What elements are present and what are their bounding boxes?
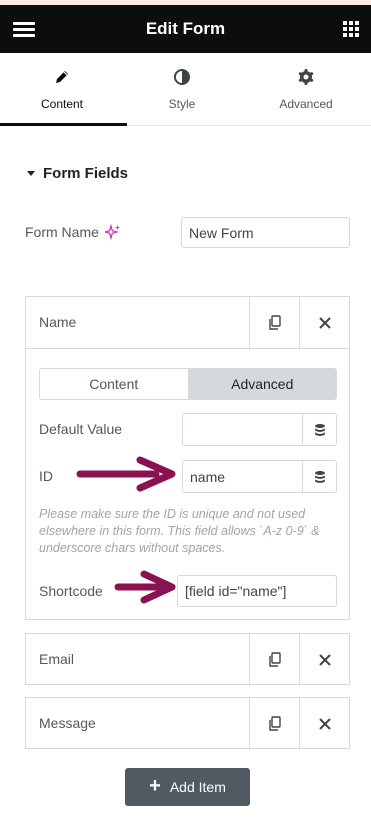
tab-content[interactable]: Content (0, 53, 127, 126)
shortcode-label: Shortcode (39, 583, 103, 599)
tab-label: Advanced (279, 97, 333, 111)
shortcode-input[interactable]: [field id="name"] (177, 575, 337, 607)
apps-grid-icon[interactable] (343, 21, 359, 37)
dynamic-tags-icon[interactable] (302, 461, 336, 492)
form-name-label-text: Form Name (25, 224, 99, 240)
repeater-item-body: Content Advanced Default Value ID name P… (26, 348, 349, 620)
add-item-label: Add Item (169, 779, 226, 795)
repeater-item-message: Message (25, 697, 350, 749)
id-label: ID (39, 468, 53, 484)
plus-icon: + (149, 775, 161, 797)
half-circle-icon (120, 68, 244, 88)
tab-label: Content (40, 97, 84, 111)
tab-style[interactable]: Style (120, 53, 244, 125)
duplicate-icon[interactable] (249, 297, 299, 348)
inner-tab-content[interactable]: Content (40, 369, 189, 399)
form-name-label: Form Name (25, 224, 121, 240)
panel-tabs: Content Style Advanced (0, 53, 371, 126)
panel-title: Edit Form (145, 19, 226, 38)
duplicate-icon[interactable] (249, 698, 299, 749)
close-icon[interactable] (299, 297, 349, 348)
repeater-item-title[interactable]: Name (39, 314, 76, 330)
id-help-note: Please make sure the ID is unique and no… (39, 507, 320, 555)
id-input[interactable]: name (183, 461, 302, 492)
tab-advanced[interactable]: Advanced (244, 53, 368, 125)
repeater-item-name: Name Content Advanced Default Value ID n… (25, 296, 350, 620)
repeater-item-email: Email (25, 633, 350, 685)
caret-down-icon (27, 171, 35, 176)
add-item-button[interactable]: + Add Item (125, 768, 250, 806)
section-form-fields[interactable]: Form Fields (27, 165, 128, 182)
annotation-arrow-id (76, 456, 176, 492)
repeater-item-header: Message (26, 698, 349, 749)
repeater-item-title[interactable]: Email (39, 651, 74, 667)
repeater-item-header: Email (26, 634, 349, 685)
gear-icon (244, 68, 368, 88)
sparkle-icon[interactable] (104, 224, 121, 240)
dynamic-tags-icon[interactable] (302, 414, 336, 445)
repeater-item-title[interactable]: Message (39, 715, 96, 731)
content-advanced-switch: Content Advanced (39, 368, 337, 400)
inner-tab-advanced[interactable]: Advanced (188, 369, 336, 399)
close-icon[interactable] (299, 698, 349, 749)
default-value-field[interactable] (182, 413, 337, 446)
repeater-item-header: Name (26, 297, 349, 348)
form-name-input[interactable]: New Form (181, 217, 350, 248)
annotation-arrow-shortcode (114, 570, 176, 604)
tab-label: Style (168, 97, 196, 111)
default-value-label: Default Value (39, 421, 123, 437)
id-field[interactable]: name (182, 460, 337, 493)
pencil-icon (0, 68, 124, 88)
editor-header: Edit Form (0, 5, 371, 53)
section-title-label: Form Fields (43, 165, 129, 182)
close-icon[interactable] (299, 634, 349, 685)
default-value-input[interactable] (183, 414, 302, 445)
duplicate-icon[interactable] (249, 634, 299, 685)
